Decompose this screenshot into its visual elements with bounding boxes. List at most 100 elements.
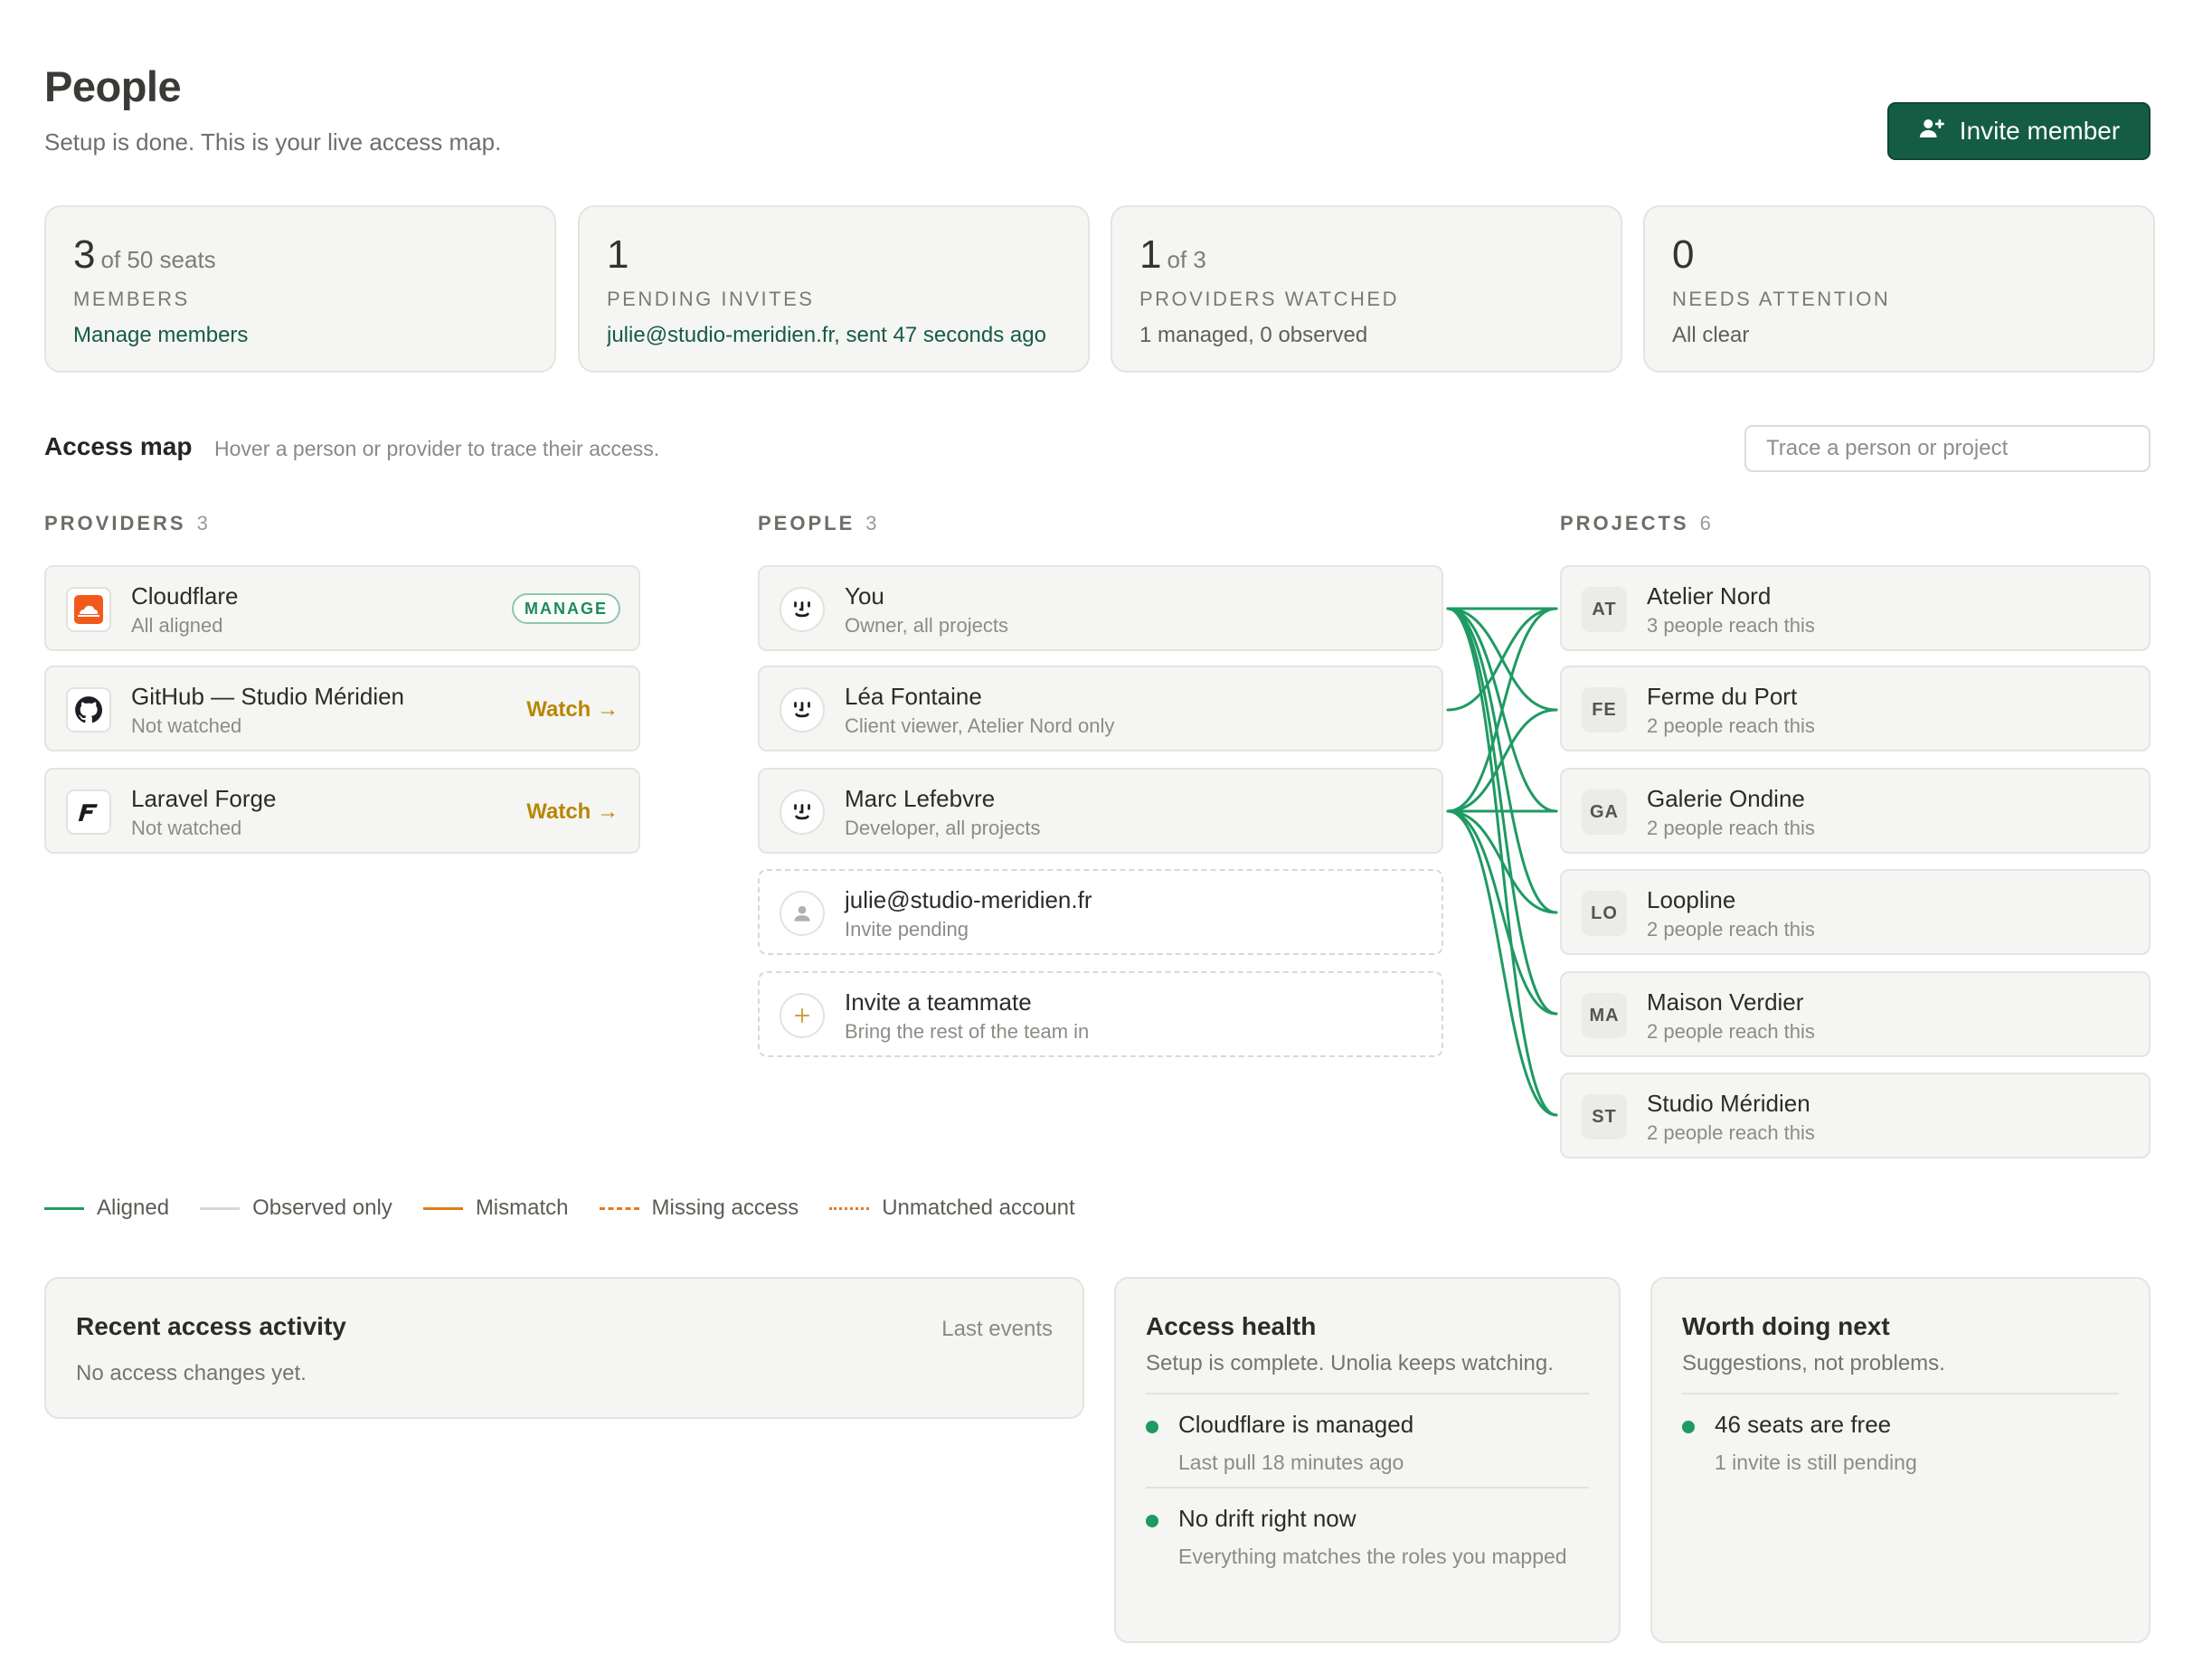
manage-members-link[interactable]: Manage members	[73, 323, 249, 348]
legend-swatch	[44, 1206, 84, 1210]
legend-observed-only: Observed only	[200, 1196, 392, 1221]
trace-search-input[interactable]	[1744, 425, 2151, 472]
project-reach: 3 people reach this	[1647, 614, 1815, 637]
health-item-title: Cloudflare is managed	[1178, 1411, 1414, 1438]
project-name: Atelier Nord	[1647, 582, 1772, 610]
person-name: Léa Fontaine	[845, 683, 982, 710]
access-map-hint: Hover a person or provider to trace thei…	[214, 437, 660, 460]
stat-card-members: 3 of 50 seats MEMBERS Manage members	[44, 205, 556, 373]
legend-swatch	[829, 1206, 870, 1210]
access-map-title: Access map	[44, 432, 193, 460]
page-subtitle: Setup is done. This is your live access …	[44, 128, 502, 156]
projects-heading: PROJECTS 6	[1560, 512, 1712, 534]
person-row-lea-fontaine[interactable]: Léa Fontaine Client viewer, Atelier Nord…	[758, 666, 1443, 751]
provider-name: GitHub — Studio Méridien	[131, 683, 405, 710]
stat-detail: All clear	[1672, 323, 1750, 347]
project-name: Galerie Ondine	[1647, 785, 1805, 812]
manage-badge[interactable]: MANAGE	[512, 593, 620, 624]
connection-line	[1446, 708, 1558, 813]
person-row-marc-lefebvre[interactable]: Marc Lefebvre Developer, all projects	[758, 768, 1443, 854]
health-item-sub: Everything matches the roles you mapped	[1178, 1545, 1567, 1568]
project-initials: AT	[1582, 587, 1627, 632]
project-initials: FE	[1582, 687, 1627, 733]
project-row-studio-meridien[interactable]: ST Studio Méridien 2 people reach this	[1560, 1073, 2151, 1158]
access-health-subtitle: Setup is complete. Unolia keeps watching…	[1146, 1351, 1554, 1375]
project-name: Maison Verdier	[1647, 988, 1804, 1016]
people-heading: PEOPLE 3	[758, 512, 878, 534]
forge-icon	[66, 789, 111, 835]
suggestion-title: 46 seats are free	[1715, 1411, 1892, 1438]
project-reach: 2 people reach this	[1647, 1020, 1815, 1043]
invite-teammate-row[interactable]: Invite a teammate Bring the rest of the …	[758, 971, 1443, 1057]
project-row-loopline[interactable]: LO Loopline 2 people reach this	[1560, 869, 2151, 955]
project-row-ferme-du-port[interactable]: FE Ferme du Port 2 people reach this	[1560, 666, 2151, 751]
stat-value: 0	[1672, 232, 1695, 277]
face-icon	[780, 587, 825, 632]
recent-activity-panel: Recent access activity Last events No ac…	[44, 1277, 1084, 1419]
legend-swatch	[599, 1206, 639, 1210]
health-item-title: No drift right now	[1178, 1505, 1357, 1532]
access-map-legend: Aligned Observed only Mismatch Missing a…	[44, 1196, 1075, 1221]
providers-heading: PROVIDERS 3	[44, 512, 209, 534]
stat-label: PENDING INVITES	[607, 288, 815, 310]
legend-swatch	[200, 1206, 241, 1210]
provider-row-cloudflare[interactable]: Cloudflare All aligned MANAGE	[44, 565, 640, 651]
provider-row-github[interactable]: GitHub — Studio Méridien Not watched Wat…	[44, 666, 640, 751]
invite-member-button[interactable]: Invite member	[1887, 102, 2151, 160]
provider-status: All aligned	[131, 614, 223, 637]
legend-missing-access: Missing access	[599, 1196, 799, 1221]
stat-card-providers-watched: 1 of 3 PROVIDERS WATCHED 1 managed, 0 obs…	[1111, 205, 1622, 373]
project-row-atelier-nord[interactable]: AT Atelier Nord 3 people reach this	[1560, 565, 2151, 651]
person-role: Developer, all projects	[845, 817, 1041, 839]
connection-line	[1446, 607, 1558, 813]
invite-teammate-title: Invite a teammate	[845, 988, 1032, 1016]
project-reach: 2 people reach this	[1647, 918, 1815, 940]
health-item: No drift right now Everything matches th…	[1146, 1505, 1589, 1573]
provider-status: Not watched	[131, 817, 242, 839]
person-row-you[interactable]: You Owner, all projects	[758, 565, 1443, 651]
stat-label: NEEDS ATTENTION	[1672, 288, 1891, 310]
project-name: Loopline	[1647, 886, 1736, 913]
stat-detail: 1 managed, 0 observed	[1139, 323, 1368, 347]
stat-label: MEMBERS	[73, 288, 190, 310]
person-role: Invite pending	[845, 918, 969, 940]
project-initials: MA	[1582, 993, 1627, 1038]
pending-invite-detail[interactable]: julie@studio-meridien.fr, sent 47 second…	[607, 323, 1046, 348]
worth-doing-next-title: Worth doing next	[1682, 1312, 1890, 1340]
person-row-pending-invite[interactable]: julie@studio-meridien.fr Invite pending	[758, 869, 1443, 955]
suggestion-item: 46 seats are free 1 invite is still pend…	[1682, 1411, 2119, 1479]
last-events-label: Last events	[941, 1317, 1053, 1341]
activity-empty-state: No access changes yet.	[76, 1361, 307, 1385]
project-reach: 2 people reach this	[1647, 817, 1815, 839]
provider-name: Cloudflare	[131, 582, 239, 610]
person-role: Owner, all projects	[845, 614, 1008, 637]
recent-activity-title: Recent access activity	[76, 1312, 346, 1340]
invite-member-label: Invite member	[1959, 117, 2121, 145]
legend-unmatched-account: Unmatched account	[829, 1196, 1075, 1221]
face-icon	[780, 789, 825, 835]
user-icon	[780, 891, 825, 936]
project-row-galerie-ondine[interactable]: GA Galerie Ondine 2 people reach this	[1560, 768, 2151, 854]
access-connections	[1446, 607, 1558, 1117]
project-row-maison-verdier[interactable]: MA Maison Verdier 2 people reach this	[1560, 971, 2151, 1057]
user-plus-icon	[1918, 115, 1945, 148]
provider-row-laravel-forge[interactable]: Laravel Forge Not watched Watch →	[44, 768, 640, 854]
provider-status: Not watched	[131, 714, 242, 737]
legend-aligned: Aligned	[44, 1196, 169, 1221]
health-item: Cloudflare is managed Last pull 18 minut…	[1146, 1411, 1589, 1479]
cloudflare-icon	[66, 587, 111, 632]
worth-doing-next-panel: Worth doing next Suggestions, not proble…	[1650, 1277, 2151, 1643]
stat-card-needs-attention: 0 NEEDS ATTENTION All clear	[1643, 205, 2155, 373]
access-health-title: Access health	[1146, 1312, 1317, 1340]
divider	[1146, 1393, 1589, 1394]
project-initials: ST	[1582, 1094, 1627, 1139]
project-initials: GA	[1582, 789, 1627, 835]
invite-teammate-sub: Bring the rest of the team in	[845, 1020, 1090, 1043]
project-reach: 2 people reach this	[1647, 1121, 1815, 1144]
project-name: Ferme du Port	[1647, 683, 1798, 710]
watch-link[interactable]: Watch →	[526, 799, 619, 825]
watch-link[interactable]: Watch →	[526, 697, 619, 723]
project-reach: 2 people reach this	[1647, 714, 1815, 737]
stat-value: 3 of 50 seats	[73, 232, 216, 277]
connection-line	[1446, 809, 1558, 914]
